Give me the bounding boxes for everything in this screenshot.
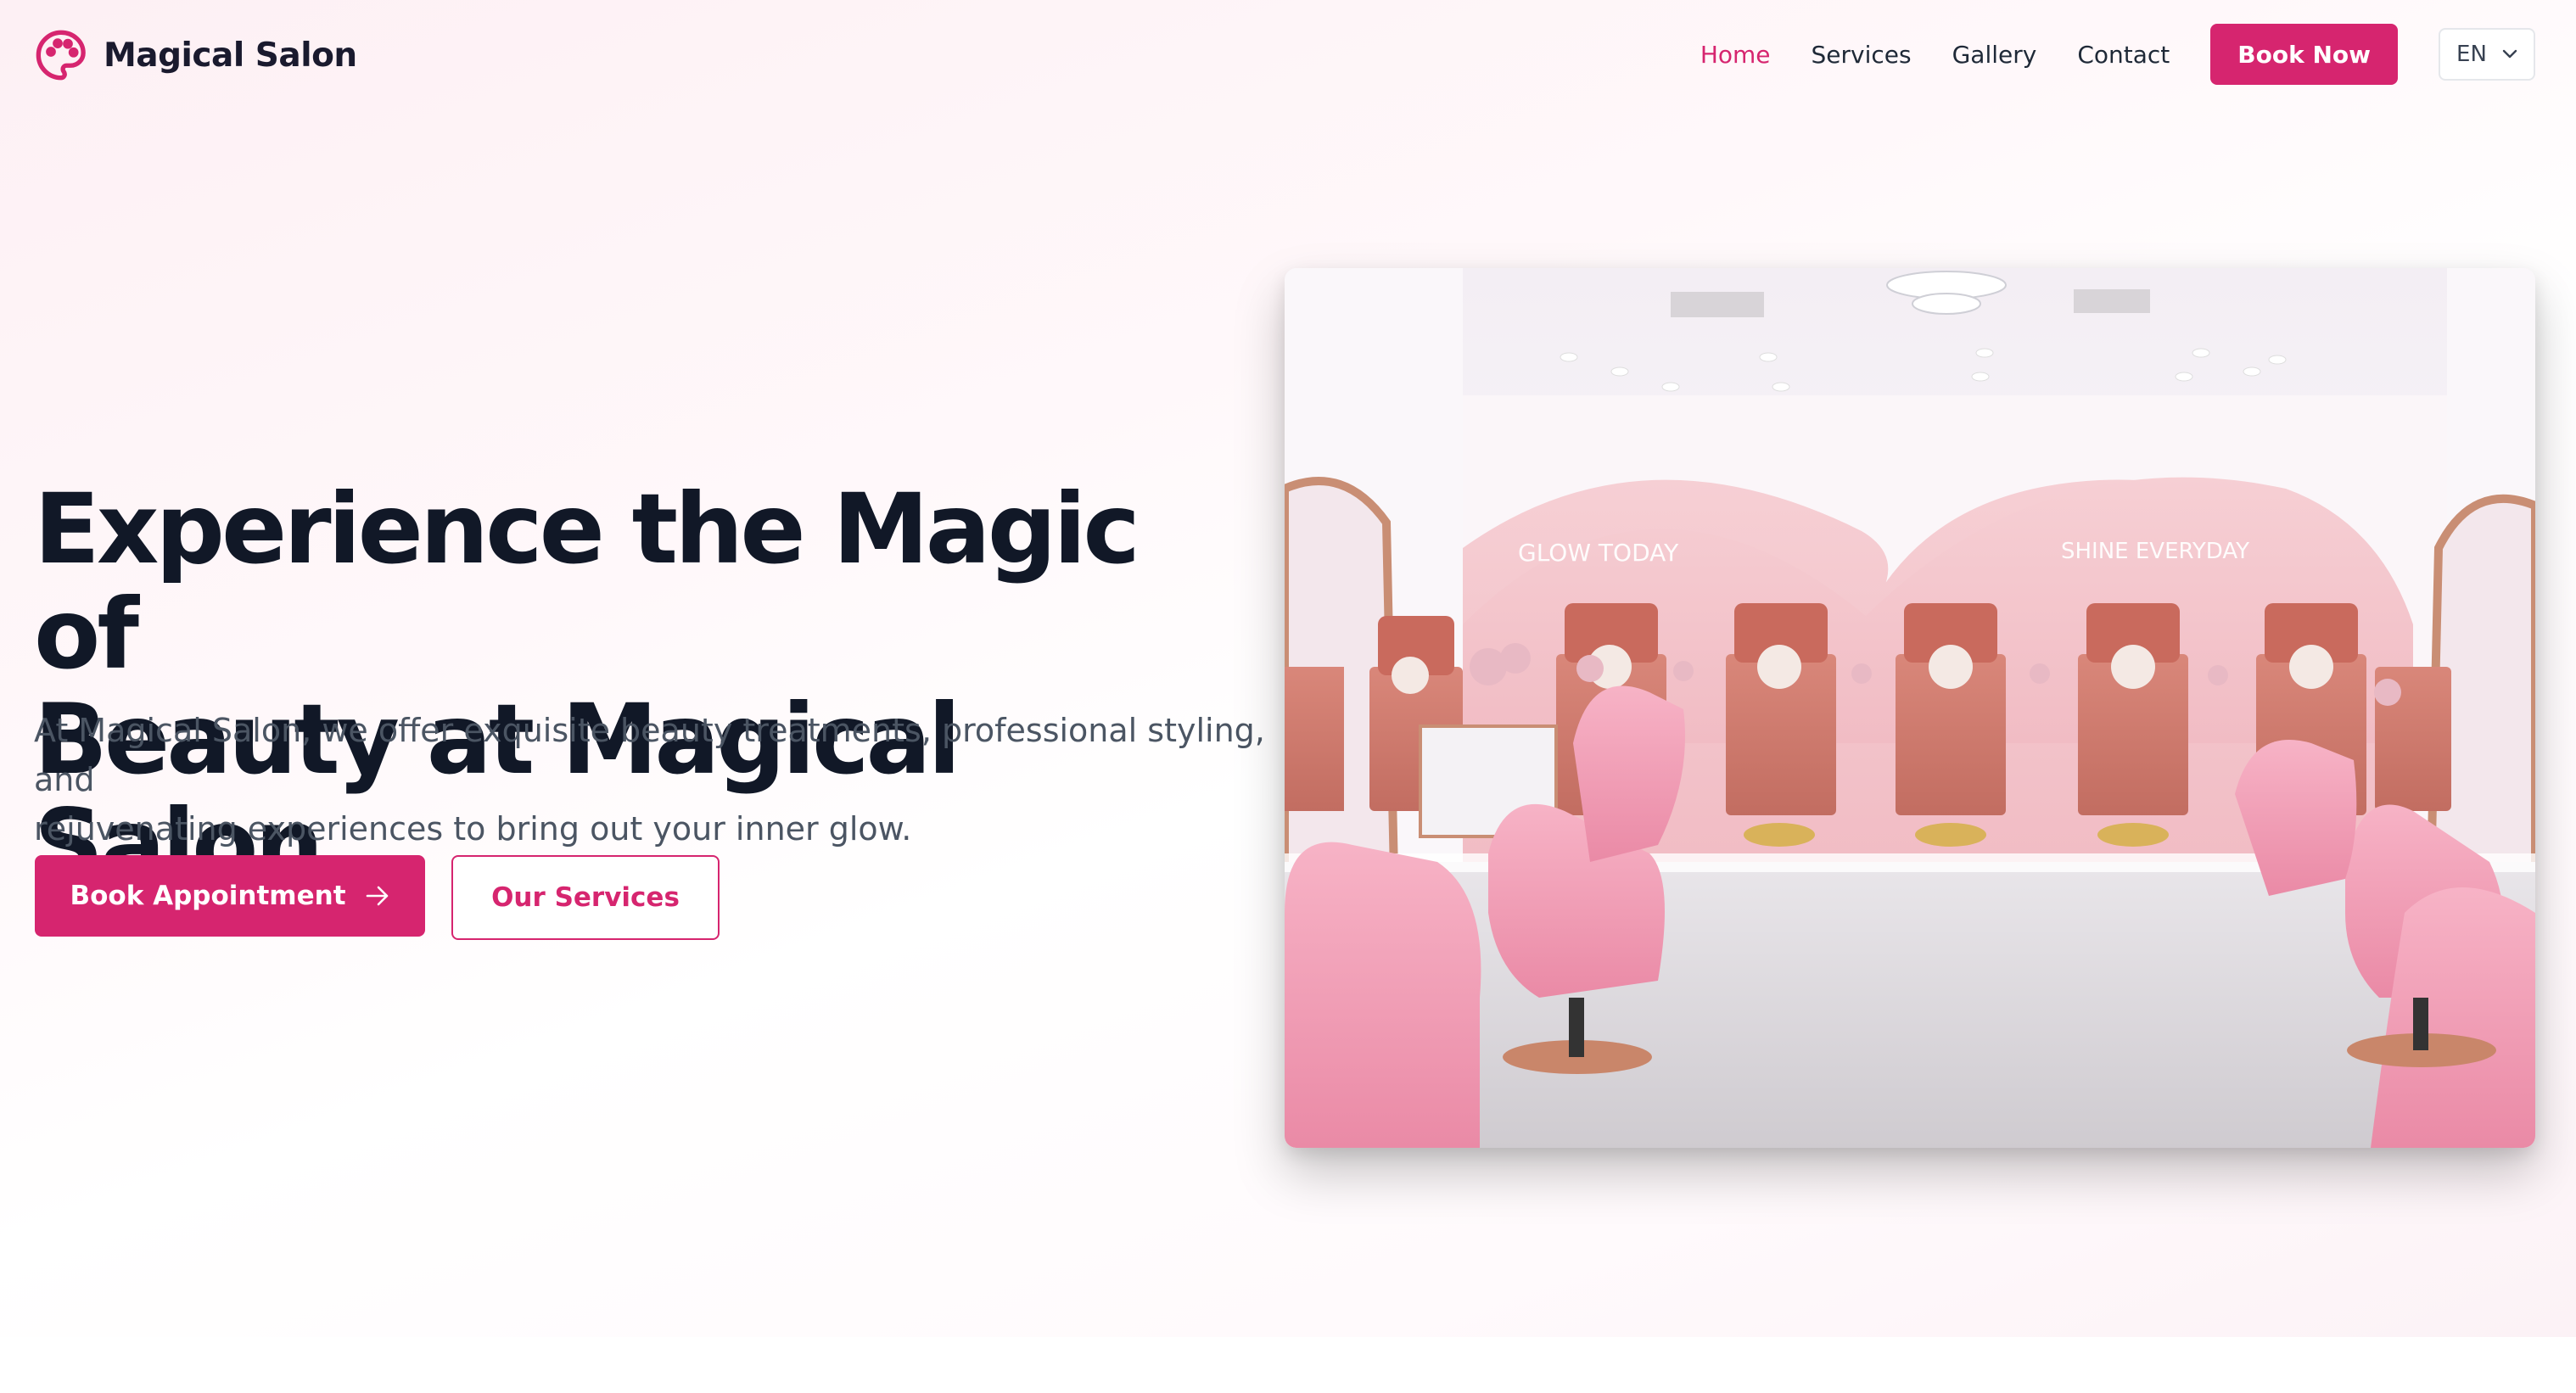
page: Magical Salon Home Services Gallery Cont… [0, 0, 2576, 1393]
site-header: Magical Salon Home Services Gallery Cont… [0, 0, 2576, 110]
nav-contact[interactable]: Contact [2077, 41, 2170, 69]
neon-shine-everyday: SHINE EVERYDAY [2061, 539, 2249, 564]
book-now-button[interactable]: Book Now [2210, 24, 2398, 85]
language-value: EN [2456, 42, 2487, 67]
arrow-right-icon [366, 886, 388, 906]
salon-interior-image: GLOW TODAY SHINE EVERYDAY [1285, 268, 2535, 1148]
brand-name: Magical Salon [104, 36, 357, 75]
hero-title-line-1: Experience the Magic of [34, 473, 1140, 691]
language-select[interactable]: EN [2439, 28, 2535, 81]
nav-home[interactable]: Home [1700, 41, 1771, 69]
book-appointment-button[interactable]: Book Appointment [35, 855, 425, 937]
book-appointment-label: Book Appointment [70, 881, 346, 911]
neon-glow-today: GLOW TODAY [1518, 539, 1679, 567]
logo[interactable]: Magical Salon [34, 25, 357, 85]
hero-subtitle-line-1: At Magical Salon, we offer exquisite bea… [34, 712, 1265, 798]
salon-illustration: GLOW TODAY SHINE EVERYDAY [1285, 268, 2535, 1148]
palette-icon [36, 30, 86, 81]
hero-subtitle-line-2: rejuvenating experiences to bring out yo… [34, 810, 912, 848]
chevron-down-icon [2502, 49, 2517, 59]
nav-gallery[interactable]: Gallery [1952, 41, 2037, 69]
main-nav: Home Services Gallery Contact Book Now E… [1700, 24, 2535, 85]
nav-services[interactable]: Services [1812, 41, 1912, 69]
our-services-button[interactable]: Our Services [451, 855, 720, 940]
hero-subtitle: At Magical Salon, we offer exquisite bea… [34, 706, 1273, 853]
